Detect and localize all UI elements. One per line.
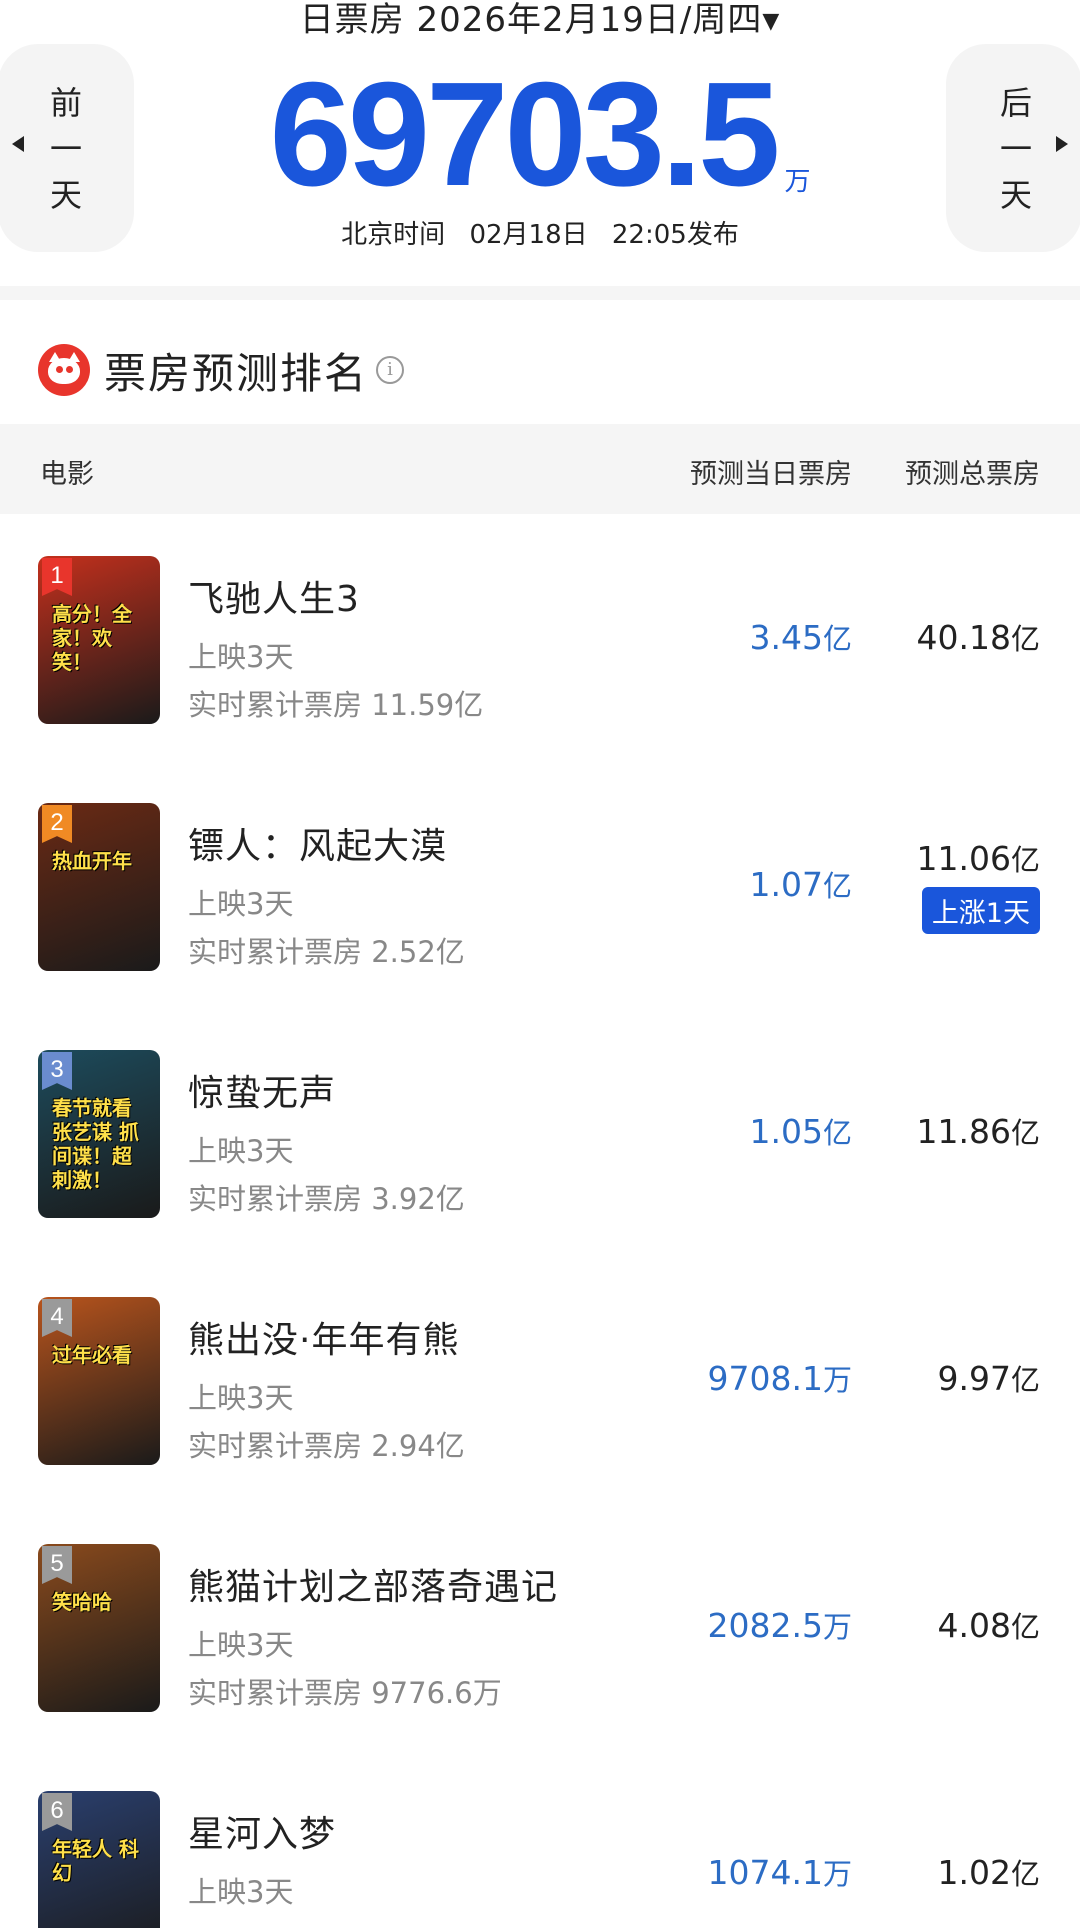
caret-down-icon[interactable]: ▼ (762, 9, 780, 34)
predicted-total-unit: 亿 (1010, 1116, 1040, 1150)
poster-tagline: 笑哈哈 (52, 1590, 112, 1614)
predicted-daily-unit: 亿 (822, 622, 852, 656)
movie-title[interactable]: 飞驰人生3 (188, 570, 360, 622)
predicted-total-unit: 亿 (1010, 843, 1040, 877)
date-value: 2026年2月19日/周四 (416, 0, 763, 40)
predicted-total-unit: 亿 (1010, 1363, 1040, 1397)
cumulative-box-office: 实时累计票房 2.52亿 (188, 935, 465, 969)
column-header-daily[interactable]: 预测当日票房 (690, 452, 852, 491)
predicted-daily-unit: 万 (822, 1857, 852, 1891)
predicted-total-unit: 亿 (1010, 1857, 1040, 1891)
movie-row[interactable]: 笑哈哈 5 熊猫计划之部落奇遇记 上映3天 实时累计票房 9776.6万 208… (0, 1516, 1080, 1763)
release-days: 上映3天 (188, 640, 294, 674)
poster-tagline: 热血开年 (52, 849, 132, 873)
total-unit: 万 (784, 167, 811, 197)
total-box-office: 69703.5 万 (0, 60, 1080, 210)
predicted-daily-value: 2082.5 (707, 1606, 823, 1645)
box-office-header: 日票房 2026年2月19日/周四▼ 前 一 天 后 一 天 69703.5 万 … (0, 0, 1080, 290)
trend-badge: 上涨1天 (921, 887, 1040, 934)
rank-badge: 2 (42, 805, 72, 843)
cumulative-box-office: 实时累计票房 2.94亿 (188, 1429, 465, 1463)
predicted-total-value: 1.02 (937, 1853, 1011, 1892)
rank-badge: 1 (42, 558, 72, 596)
predicted-daily-unit: 万 (822, 1610, 852, 1644)
movie-poster[interactable]: 热血开年 2 (38, 803, 160, 971)
release-days: 上映3天 (188, 1628, 294, 1662)
section-title-text: 票房预测排名 (104, 348, 369, 398)
predicted-daily: 1074.1万 (708, 1851, 852, 1893)
movie-title[interactable]: 熊出没·年年有熊 (188, 1311, 459, 1363)
info-icon[interactable]: i (376, 356, 405, 384)
predicted-daily-unit: 亿 (822, 1116, 852, 1150)
predicted-total: 40.18亿 (917, 616, 1041, 658)
cumulative-box-office: 实时累计票房 11.59亿 (188, 688, 484, 722)
predicted-total-value: 4.08 (937, 1606, 1011, 1645)
movie-title[interactable]: 镖人：风起大漠 (188, 817, 447, 869)
movie-title[interactable]: 星河入梦 (188, 1805, 336, 1857)
movie-row[interactable]: 热血开年 2 镖人：风起大漠 上映3天 实时累计票房 2.52亿 1.07亿 1… (0, 775, 1080, 1022)
cumulative-box-office: 实时累计票房 9776.6万 (188, 1676, 502, 1710)
release-info: 北京时间 02月18日 22:05发布 (0, 214, 1080, 251)
date-label: 日票房 (299, 0, 405, 40)
movie-row[interactable]: 年轻人 科幻 6 星河入梦 上映3天 1074.1万 1.02亿 (0, 1763, 1080, 1928)
cumulative-box-office: 实时累计票房 3.92亿 (188, 1182, 465, 1216)
release-days: 上映3天 (188, 1875, 294, 1909)
divider (0, 286, 1080, 300)
poster-tagline: 过年必看 (52, 1343, 132, 1367)
predicted-total: 1.02亿 (938, 1851, 1041, 1893)
movie-poster[interactable]: 春节就看张艺谋 抓间谍！超刺激！ 3 (38, 1050, 160, 1218)
predicted-total-value: 40.18 (916, 618, 1011, 657)
predicted-daily-unit: 亿 (822, 869, 852, 903)
predicted-total: 11.06亿 (917, 837, 1041, 879)
predicted-daily: 3.45亿 (750, 616, 853, 658)
release-time: 22:05发布 (611, 220, 739, 250)
predicted-total: 4.08亿 (938, 1604, 1041, 1646)
movie-row[interactable]: 过年必看 4 熊出没·年年有熊 上映3天 实时累计票房 2.94亿 9708.1… (0, 1269, 1080, 1516)
movie-poster[interactable]: 笑哈哈 5 (38, 1544, 160, 1712)
predicted-daily-unit: 万 (822, 1363, 852, 1397)
movie-poster[interactable]: 过年必看 4 (38, 1297, 160, 1465)
section-title: 票房预测排名 i (38, 340, 405, 400)
predicted-daily-value: 1.07 (749, 865, 823, 904)
movie-row[interactable]: 春节就看张艺谋 抓间谍！超刺激！ 3 惊蛰无声 上映3天 实时累计票房 3.92… (0, 1022, 1080, 1269)
predicted-daily-value: 1074.1 (707, 1853, 823, 1892)
predicted-daily: 1.07亿 (750, 863, 853, 905)
predicted-daily: 9708.1万 (708, 1357, 852, 1399)
predicted-total: 11.86亿 (917, 1110, 1041, 1152)
predicted-total: 9.97亿 (938, 1357, 1041, 1399)
date-selector[interactable]: 日票房 2026年2月19日/周四▼ (0, 0, 1080, 41)
poster-tagline: 春节就看张艺谋 抓间谍！超刺激！ (52, 1096, 139, 1192)
release-days: 上映3天 (188, 1134, 294, 1168)
predicted-total-value: 9.97 (937, 1359, 1011, 1398)
predicted-total-unit: 亿 (1010, 622, 1040, 656)
column-header-total[interactable]: 预测总票房 (905, 452, 1040, 491)
rank-badge: 4 (42, 1299, 72, 1337)
movie-title[interactable]: 惊蛰无声 (188, 1064, 336, 1116)
predicted-daily-value: 1.05 (749, 1112, 823, 1151)
rank-badge: 3 (42, 1052, 72, 1090)
maoyan-cat-logo-icon (38, 344, 90, 396)
rank-badge: 5 (42, 1546, 72, 1584)
predicted-total-unit: 亿 (1010, 1610, 1040, 1644)
rank-badge: 6 (42, 1793, 72, 1831)
predicted-daily-value: 3.45 (749, 618, 823, 657)
poster-tagline: 高分！全家！欢笑！ (52, 602, 132, 674)
predicted-daily-value: 9708.1 (707, 1359, 823, 1398)
column-header-movie: 电影 (40, 459, 94, 490)
release-days: 上映3天 (188, 1381, 294, 1415)
movie-title[interactable]: 熊猫计划之部落奇遇记 (188, 1558, 558, 1610)
table-header: 电影 预测当日票房 预测总票房 (0, 424, 1080, 514)
total-value: 69703.5 (269, 52, 781, 217)
predicted-daily: 1.05亿 (750, 1110, 853, 1152)
predicted-total-value: 11.06 (916, 839, 1011, 878)
movie-poster[interactable]: 年轻人 科幻 6 (38, 1791, 160, 1928)
release-date: 02月18日 (469, 220, 588, 250)
movie-row[interactable]: 高分！全家！欢笑！ 1 飞驰人生3 上映3天 实时累计票房 11.59亿 3.4… (0, 528, 1080, 775)
predicted-total-value: 11.86 (916, 1112, 1011, 1151)
poster-tagline: 年轻人 科幻 (52, 1837, 139, 1885)
movie-poster[interactable]: 高分！全家！欢笑！ 1 (38, 556, 160, 724)
release-timezone: 北京时间 (341, 220, 446, 250)
release-days: 上映3天 (188, 887, 294, 921)
predicted-daily: 2082.5万 (708, 1604, 852, 1646)
